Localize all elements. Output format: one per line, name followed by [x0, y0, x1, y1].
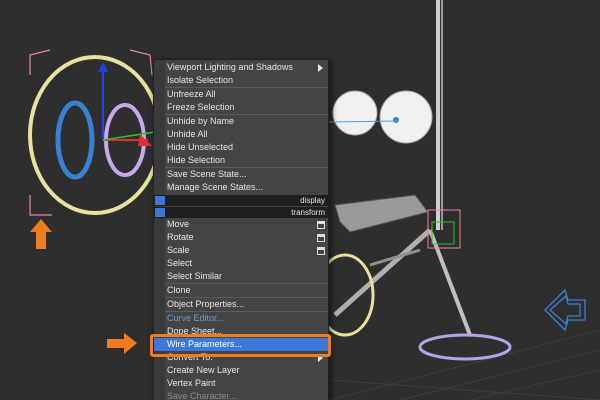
blue-torus[interactable]: [55, 100, 95, 180]
menu-item-label: Isolate Selection: [167, 75, 234, 85]
menu-item-label: Save Scene State...: [167, 169, 247, 179]
options-box-icon[interactable]: [317, 221, 325, 229]
menu-item-label: Rotate: [167, 232, 194, 242]
menu-item-unhide-all[interactable]: Unhide All: [154, 128, 328, 141]
menu-item-label: Unhide by Name: [167, 116, 235, 126]
menu-item-unfreeze-all[interactable]: Unfreeze All: [154, 88, 328, 101]
highlight-outline-annotation: [150, 334, 331, 357]
menu-item-label: Create New Layer: [167, 365, 240, 375]
quadrant-label: transform: [291, 208, 325, 217]
arrow-right-annotation-icon: [107, 333, 137, 354]
menu-item-label: Clone: [167, 285, 191, 295]
menu-item-freeze-selection[interactable]: Freeze Selection: [154, 101, 328, 114]
quadrant-header-display[interactable]: display: [154, 195, 328, 206]
quadrant-color-swatch: [155, 196, 165, 205]
menu-item-scale[interactable]: Scale: [154, 244, 328, 257]
menu-item-label: Hide Unselected: [167, 142, 234, 152]
menu-item-create-new-layer[interactable]: Create New Layer: [154, 364, 328, 377]
menu-item-manage-scene-states[interactable]: Manage Scene States...: [154, 181, 328, 194]
menu-item-hide-unselected[interactable]: Hide Unselected: [154, 141, 328, 154]
menu-item-object-properties[interactable]: Object Properties...: [154, 298, 328, 311]
menu-item-select[interactable]: Select: [154, 257, 328, 270]
viewport[interactable]: Viewport Lighting and Shadows Isolate Se…: [0, 0, 600, 400]
menu-item-hide-selection[interactable]: Hide Selection: [154, 154, 328, 167]
menu-item-curve-editor[interactable]: Curve Editor...: [154, 312, 328, 325]
menu-item-move[interactable]: Move: [154, 218, 328, 231]
menu-item-label: Select: [167, 258, 193, 268]
eyeball-right: [379, 90, 433, 144]
menu-item-select-similar[interactable]: Select Similar: [154, 270, 328, 283]
menu-item-label: Unfreeze All: [167, 89, 216, 99]
menu-item-isolate-selection[interactable]: Isolate Selection: [154, 74, 328, 87]
options-box-icon[interactable]: [317, 234, 325, 242]
menu-item-save-character: Save Character...: [154, 390, 328, 400]
menu-item-label: Freeze Selection: [167, 102, 235, 112]
menu-item-clone[interactable]: Clone: [154, 284, 328, 297]
mouth-tray: [334, 194, 429, 233]
grid: [329, 329, 600, 400]
blue-arrow-shape[interactable]: [544, 288, 586, 332]
eyeball-left: [332, 90, 378, 136]
menu-item-label: Viewport Lighting and Shadows: [167, 62, 293, 72]
menu-item-rotate[interactable]: Rotate: [154, 231, 328, 244]
menu-item-label: Scale: [167, 245, 190, 255]
menu-item-label: Manage Scene States...: [167, 182, 264, 192]
character-rig[interactable]: [326, 0, 472, 336]
menu-item-label: Vertex Paint: [167, 378, 216, 388]
menu-item-label: Object Properties...: [167, 299, 245, 309]
menu-item-viewport-lighting[interactable]: Viewport Lighting and Shadows: [154, 61, 328, 74]
menu-item-label: Curve Editor...: [167, 313, 225, 323]
menu-item-label: Move: [167, 219, 190, 229]
menu-item-vertex-paint[interactable]: Vertex Paint: [154, 377, 328, 390]
menu-item-label: Hide Selection: [167, 155, 226, 165]
quadrant-header-transform[interactable]: transform: [154, 207, 328, 218]
options-box-icon[interactable]: [317, 247, 325, 255]
quadrant-label: display: [300, 196, 325, 205]
menu-item-unhide-by-name[interactable]: Unhide by Name: [154, 115, 328, 128]
arrow-up-annotation-icon: [30, 219, 52, 249]
quadrant-color-swatch: [155, 208, 165, 217]
menu-item-save-scene-state[interactable]: Save Scene State...: [154, 168, 328, 181]
menu-item-label: Unhide All: [167, 129, 208, 139]
menu-item-label: Select Similar: [167, 271, 223, 281]
submenu-arrow-icon: [318, 64, 323, 72]
menu-item-label: Save Character...: [167, 391, 237, 400]
purple-floor-ring[interactable]: [418, 333, 512, 361]
